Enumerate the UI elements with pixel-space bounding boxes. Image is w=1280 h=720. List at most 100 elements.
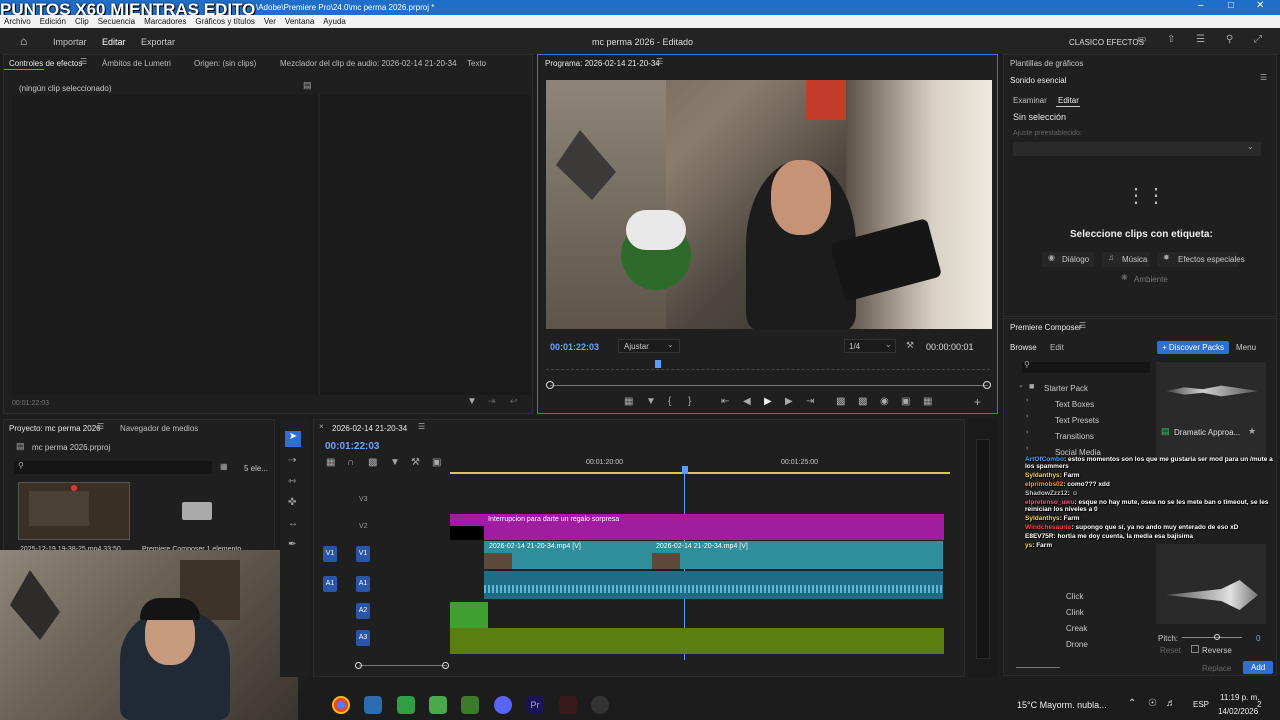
wifi-icon[interactable]: ☉ — [1148, 698, 1157, 709]
panel-menu-icon[interactable]: ☰ — [1260, 73, 1267, 82]
mark-in-icon[interactable]: { — [668, 396, 671, 407]
tree-text-presets[interactable]: Text Presets — [1055, 416, 1099, 425]
multicam-icon[interactable]: ▦ — [923, 396, 932, 407]
camera-icon[interactable]: ◉ — [880, 396, 889, 407]
xbox-icon[interactable] — [397, 696, 415, 714]
timeline-zoom-left[interactable] — [355, 662, 362, 669]
maximize-icon[interactable]: □ — [1228, 0, 1234, 11]
speaker-icon[interactable]: ♬ — [1166, 698, 1176, 709]
clip-a3[interactable] — [450, 628, 944, 654]
pitch-slider[interactable] — [1182, 637, 1242, 638]
zoom-bar[interactable] — [550, 385, 988, 386]
selection-tool-icon[interactable]: ➤ — [285, 431, 301, 447]
menu-ver[interactable]: Ver — [264, 17, 276, 26]
tab-proyecto[interactable]: Proyecto: mc perma 2026 — [9, 424, 101, 433]
recording-app-icon[interactable] — [559, 696, 577, 714]
panel-menu-icon[interactable]: ☰ — [97, 422, 104, 431]
track-a2[interactable]: A2 — [356, 603, 370, 619]
tab-controles-efectos[interactable]: Controles de efectos — [9, 59, 82, 68]
chevron-down-icon[interactable]: ⌄ — [1018, 381, 1024, 389]
panel-toggle-icon[interactable]: ▤ — [303, 80, 312, 91]
clip-a2[interactable] — [450, 602, 488, 628]
menu-ventana[interactable]: Ventana — [285, 17, 314, 26]
composer-tab-edit[interactable]: Edit — [1050, 343, 1064, 352]
chevron-right-icon[interactable]: › — [1026, 429, 1028, 436]
playhead-handle[interactable] — [682, 466, 688, 474]
zoom-slider[interactable] — [1016, 667, 1060, 668]
tab-lumetri[interactable]: Ámbitos de Lumetri — [102, 59, 171, 68]
clock-time[interactable]: 11:19 p. m. — [1220, 693, 1259, 702]
extract-icon[interactable]: ▩ — [858, 396, 867, 407]
home-icon[interactable]: ⌂ — [20, 34, 27, 48]
language-indicator[interactable]: ESP — [1193, 700, 1209, 709]
subtab-editar[interactable]: Editar — [1058, 96, 1079, 105]
source-a1[interactable]: A1 — [323, 576, 337, 592]
track-a1[interactable]: A1 — [356, 576, 370, 592]
tag-musica-button[interactable]: Música ♫ — [1102, 252, 1150, 267]
step-back-icon[interactable]: ◀ — [743, 396, 751, 407]
source-v1[interactable]: V1 — [323, 546, 337, 562]
minecraft-icon[interactable] — [461, 696, 479, 714]
tree-transitions[interactable]: Transitions — [1055, 432, 1094, 441]
obs-icon[interactable] — [591, 696, 609, 714]
tree-creak[interactable]: Creak — [1066, 624, 1087, 633]
track-v2[interactable]: V2 — [359, 523, 368, 530]
share-icon[interactable]: ⇧ — [1167, 34, 1175, 45]
subtab-examinar[interactable]: Examinar — [1013, 96, 1047, 105]
play-icon[interactable]: ▶ — [764, 396, 772, 407]
folder-thumbnail-icon[interactable] — [182, 502, 212, 520]
composer-menu[interactable]: Menu — [1236, 343, 1256, 352]
settings-wrench-icon[interactable]: ⚒ — [411, 457, 420, 468]
tab-exportar[interactable]: Exportar — [141, 37, 175, 47]
menu-marcadores[interactable]: Marcadores — [144, 17, 186, 26]
tab-importar[interactable]: Importar — [53, 37, 87, 47]
preset-dropdown[interactable]: ⌄ — [1013, 142, 1261, 156]
program-timecode[interactable]: 00:01:22:03 — [550, 342, 599, 352]
menu-clip[interactable]: Clip — [75, 17, 89, 26]
track-v3[interactable]: V3 — [359, 496, 368, 503]
reverse-checkbox[interactable] — [1191, 645, 1199, 653]
bin-icon[interactable]: ▦ — [220, 462, 228, 471]
snap-icon[interactable]: ∩ — [347, 457, 354, 468]
zoom-handle-right[interactable] — [983, 381, 991, 389]
clock-date[interactable]: 14/02/2026 — [1218, 707, 1258, 716]
list-icon[interactable]: ☰ — [1196, 34, 1205, 45]
premiere-icon[interactable]: Pr — [526, 696, 544, 714]
replace-button[interactable]: Replace — [1202, 664, 1231, 673]
chrome-icon[interactable] — [332, 696, 350, 714]
video-frame[interactable] — [546, 80, 992, 329]
chevron-up-icon[interactable]: ⌃ — [1128, 698, 1136, 709]
clip-a1[interactable] — [484, 571, 943, 599]
chevron-right-icon[interactable]: › — [1026, 397, 1028, 404]
program-menu-icon[interactable]: ☰ — [656, 57, 663, 66]
marker-icon[interactable]: ▼ — [646, 396, 656, 407]
pen-icon[interactable]: ✒ — [288, 539, 296, 550]
timeline-zoom-right[interactable] — [442, 662, 449, 669]
tag-efectos-button[interactable]: Efectos especiales ✸ — [1157, 252, 1245, 267]
wrench-icon[interactable]: ⚒ — [906, 340, 914, 351]
work-area-bar[interactable] — [450, 472, 950, 474]
tree-drone[interactable]: Drone — [1066, 640, 1088, 649]
panel-menu-icon[interactable]: ☰ — [1079, 321, 1086, 330]
mark-out-icon[interactable]: } — [688, 396, 691, 407]
monitor-playhead[interactable] — [655, 360, 661, 368]
add-button-icon[interactable]: + — [974, 395, 981, 409]
search-icon[interactable]: ⚲ — [1226, 34, 1233, 45]
panel-menu-icon[interactable]: ☰ — [418, 422, 425, 431]
tab-navegador[interactable]: Navegador de medios — [120, 424, 198, 433]
menu-graficos[interactable]: Gráficos y títulos — [195, 17, 255, 26]
nest-icon[interactable]: ▦ — [326, 457, 335, 468]
notification-badge[interactable]: 2 — [1257, 700, 1261, 709]
add-marker-icon[interactable]: ▼ — [390, 457, 400, 468]
clip-v1[interactable]: 2026-02-14 21-20-34.mp4 [V] 2026-02-14 2… — [484, 541, 943, 569]
razor-icon[interactable]: ✜ — [288, 497, 296, 508]
tree-clink[interactable]: Clink — [1066, 608, 1084, 617]
composer-search-input[interactable]: ⚲ — [1022, 360, 1150, 373]
tree-text-boxes[interactable]: Text Boxes — [1055, 400, 1094, 409]
tab-mezclador[interactable]: Mezclador del clip de audio: 2026-02-14 … — [280, 59, 457, 68]
track-select-icon[interactable]: ⇢ — [288, 455, 296, 466]
close-sequence-icon[interactable]: × — [319, 422, 324, 431]
weather-text[interactable]: 15°C Mayorm. nubla... — [1017, 700, 1107, 710]
sequence-tab[interactable]: 2026-02-14 21-20-34 — [332, 424, 407, 433]
timeline-timecode[interactable]: 00:01:22:03 — [325, 441, 379, 452]
